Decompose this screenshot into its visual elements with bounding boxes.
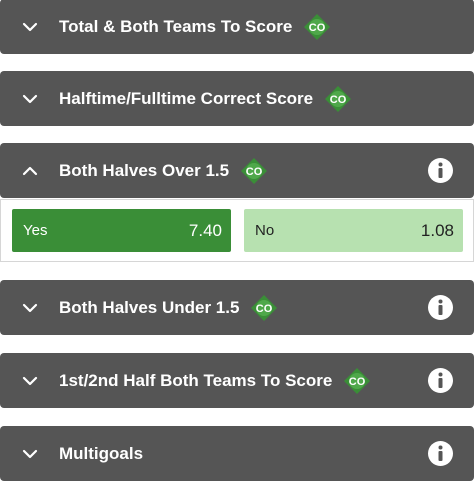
- market-title: Total & Both Teams To Score: [59, 16, 293, 36]
- selection-no-button[interactable]: No 1.08: [244, 209, 463, 252]
- chevron-down-icon: [0, 0, 60, 54]
- cash-out-badge-icon: CO: [344, 367, 371, 394]
- svg-text:CO: CO: [309, 22, 326, 34]
- chevron-down-icon: [0, 426, 60, 481]
- selection-label: Yes: [23, 222, 48, 239]
- market-header[interactable]: Multigoals: [0, 426, 474, 481]
- market-header[interactable]: Total & Both Teams To Score CO: [0, 0, 474, 54]
- market-header[interactable]: 1st/2nd Half Both Teams To Score CO: [0, 353, 474, 408]
- chevron-down-icon: [0, 353, 60, 408]
- market-header[interactable]: Both Halves Under 1.5 CO: [0, 280, 474, 335]
- selection-yes-button[interactable]: Yes 7.40: [12, 209, 231, 252]
- market-header[interactable]: Both Halves Over 1.5 CO: [0, 143, 474, 198]
- info-icon[interactable]: [427, 440, 454, 467]
- market-header[interactable]: Halftime/Fulltime Correct Score CO: [0, 71, 474, 126]
- info-icon[interactable]: [427, 157, 454, 184]
- svg-text:CO: CO: [256, 303, 273, 315]
- market-title: Multigoals: [59, 443, 144, 463]
- market-title: Halftime/Fulltime Correct Score: [59, 88, 314, 108]
- info-icon[interactable]: [427, 367, 454, 394]
- cash-out-badge-icon: CO: [304, 13, 331, 40]
- cash-out-badge-icon: CO: [241, 157, 268, 184]
- cash-out-badge-icon: CO: [325, 85, 352, 112]
- chevron-down-icon: [0, 71, 60, 126]
- market-title: Both Halves Under 1.5: [59, 297, 240, 317]
- selection-odds: 1.08: [420, 220, 454, 240]
- chevron-down-icon: [0, 280, 60, 335]
- selections-panel: Yes 7.40 No 1.08: [0, 199, 474, 262]
- svg-text:CO: CO: [349, 376, 366, 388]
- svg-text:CO: CO: [246, 166, 263, 178]
- market-title: Both Halves Over 1.5: [59, 160, 230, 180]
- market-title: 1st/2nd Half Both Teams To Score: [59, 370, 333, 390]
- selection-odds: 7.40: [188, 220, 222, 240]
- info-icon[interactable]: [427, 294, 454, 321]
- svg-text:CO: CO: [330, 94, 347, 106]
- cash-out-badge-icon: CO: [251, 294, 278, 321]
- chevron-up-icon: [0, 143, 60, 198]
- selection-label: No: [255, 222, 275, 239]
